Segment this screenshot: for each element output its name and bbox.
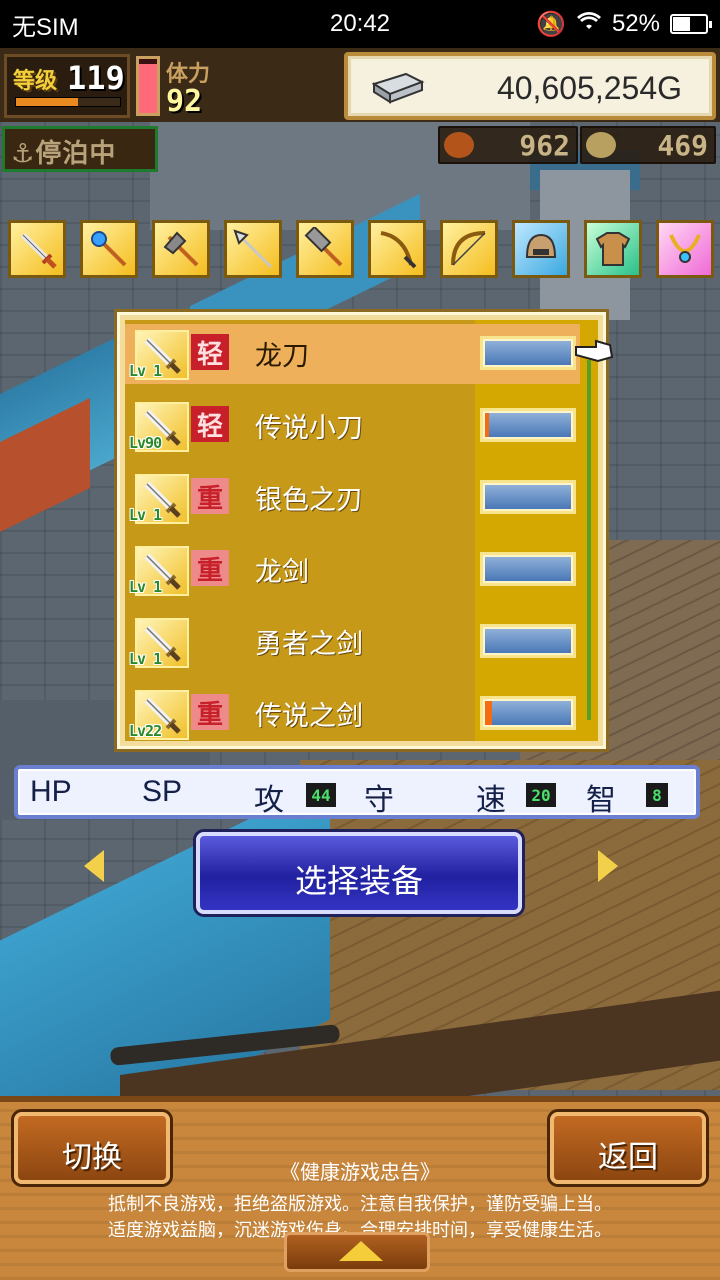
attack-label: 攻 (254, 783, 284, 818)
resource-counter-b: 469 (580, 126, 716, 164)
item-name: 勇者之剑 (255, 629, 363, 660)
stats-panel: HP SP 攻 44 守 速 20 智 8 (14, 765, 700, 819)
health-notice-title: 《健康游戏忠告》 (280, 1160, 440, 1184)
attack-value: 44 (306, 783, 336, 807)
exp-bar (15, 97, 121, 107)
item-name: 龙刀 (255, 341, 309, 372)
item-progress-bar (480, 552, 576, 586)
category-helmet-icon[interactable] (512, 220, 570, 278)
item-level: Lv90 (129, 434, 162, 452)
equipment-row[interactable]: Lv90 轻传说小刀 (125, 396, 580, 456)
resource-counter-a: 962 (438, 126, 578, 164)
category-hammer-icon[interactable] (296, 220, 354, 278)
health-notice-line: 抵制不良游戏，拒绝盗版游戏。注意自我保护，谨防受骗上当。 (108, 1194, 612, 1215)
previous-arrow-icon[interactable] (84, 850, 104, 882)
hp-label: HP (30, 775, 72, 808)
category-bow-icon[interactable] (440, 220, 498, 278)
item-level: Lv22 (129, 722, 162, 740)
weight-tag: 重 (191, 478, 229, 514)
expand-menu-button[interactable] (284, 1232, 430, 1272)
level-label: 等级 (13, 69, 58, 94)
resource-a-value: 962 (519, 129, 570, 162)
up-arrow-icon (339, 1241, 383, 1261)
weight-tag: 轻 (191, 406, 229, 442)
category-whip-icon[interactable] (368, 220, 426, 278)
stamina-display: 体力 92 (166, 56, 336, 119)
item-progress-bar (480, 480, 576, 514)
category-sword-icon[interactable] (8, 220, 66, 278)
weight-tag: 重 (191, 550, 229, 586)
item-level: Lv 1 (129, 362, 162, 380)
level-value: 119 (67, 59, 125, 97)
medal-icon (586, 132, 616, 158)
docked-label: ⚓停泊中 (11, 139, 117, 169)
wifi-icon (576, 10, 602, 38)
weight-tag: 重 (191, 694, 229, 730)
mute-icon: 🔕 (536, 10, 566, 38)
speed-value: 20 (526, 783, 556, 807)
list-scrollbar[interactable] (587, 360, 591, 720)
carrier-label: 无SIM (12, 13, 79, 41)
intelligence-value: 8 (646, 783, 668, 807)
select-equipment-label: 选择装备 (294, 862, 423, 900)
stamina-value: 92 (166, 84, 203, 119)
equipment-list: Lv 1 轻龙刀 Lv90 轻传说小刀 Lv 1 重银色之刃 Lv 1 重龙剑 Lv 1 勇者之剑… (125, 320, 598, 741)
resource-b-value: 469 (657, 129, 708, 162)
next-arrow-icon[interactable] (598, 850, 618, 882)
category-staff-icon[interactable] (80, 220, 138, 278)
item-name: 银色之刃 (255, 485, 363, 516)
gold-display: 40,605,254G (344, 52, 716, 120)
food-icon (444, 132, 474, 158)
equipment-row[interactable]: Lv 1 重银色之刃 (125, 468, 580, 528)
item-progress-bar (480, 624, 576, 658)
level-display: 等级 119 (4, 54, 130, 118)
item-progress-bar (480, 696, 576, 730)
equipment-row[interactable]: Lv 1 勇者之剑 (125, 612, 580, 672)
intelligence-label: 智 (586, 783, 616, 818)
category-axe-icon[interactable] (152, 220, 210, 278)
category-necklace-icon[interactable] (656, 220, 714, 278)
sp-label: SP (142, 775, 183, 808)
item-name: 传说小刀 (255, 413, 363, 444)
battery-percent: 52% (611, 10, 660, 37)
category-armor-icon[interactable] (584, 220, 642, 278)
item-name: 龙剑 (255, 557, 309, 588)
pointer-hand-icon (575, 339, 614, 363)
item-progress-bar (480, 336, 576, 370)
equipment-row[interactable]: Lv22 重传说之剑 (125, 684, 580, 741)
silver-ingot-icon (371, 72, 425, 104)
equipment-row[interactable]: Lv 1 重龙剑 (125, 540, 580, 600)
weight-tag: 轻 (191, 334, 229, 370)
stamina-gauge (136, 56, 160, 116)
gold-amount: 40,605,254G (496, 70, 682, 106)
item-name: 传说之剑 (255, 701, 363, 732)
equipment-list-panel: Lv 1 轻龙刀 Lv90 轻传说小刀 Lv 1 重银色之刃 Lv 1 重龙剑 Lv 1 勇者之剑… (117, 312, 614, 749)
docked-status[interactable]: ⚓停泊中 (2, 126, 158, 172)
defense-label: 守 (364, 783, 394, 818)
item-level: Lv 1 (129, 650, 162, 668)
equipment-category-bar (8, 220, 718, 280)
speed-label: 速 (476, 783, 506, 818)
item-progress-bar (480, 408, 576, 442)
system-status-bar: 无SIM 20:42 🔕 52% (0, 0, 720, 48)
category-spear-icon[interactable] (224, 220, 282, 278)
equipment-row[interactable]: Lv 1 轻龙刀 (125, 324, 580, 384)
battery-icon (670, 14, 712, 34)
item-level: Lv 1 (129, 506, 162, 524)
item-level: Lv 1 (129, 578, 162, 596)
select-equipment-button[interactable]: 选择装备 (196, 832, 522, 914)
